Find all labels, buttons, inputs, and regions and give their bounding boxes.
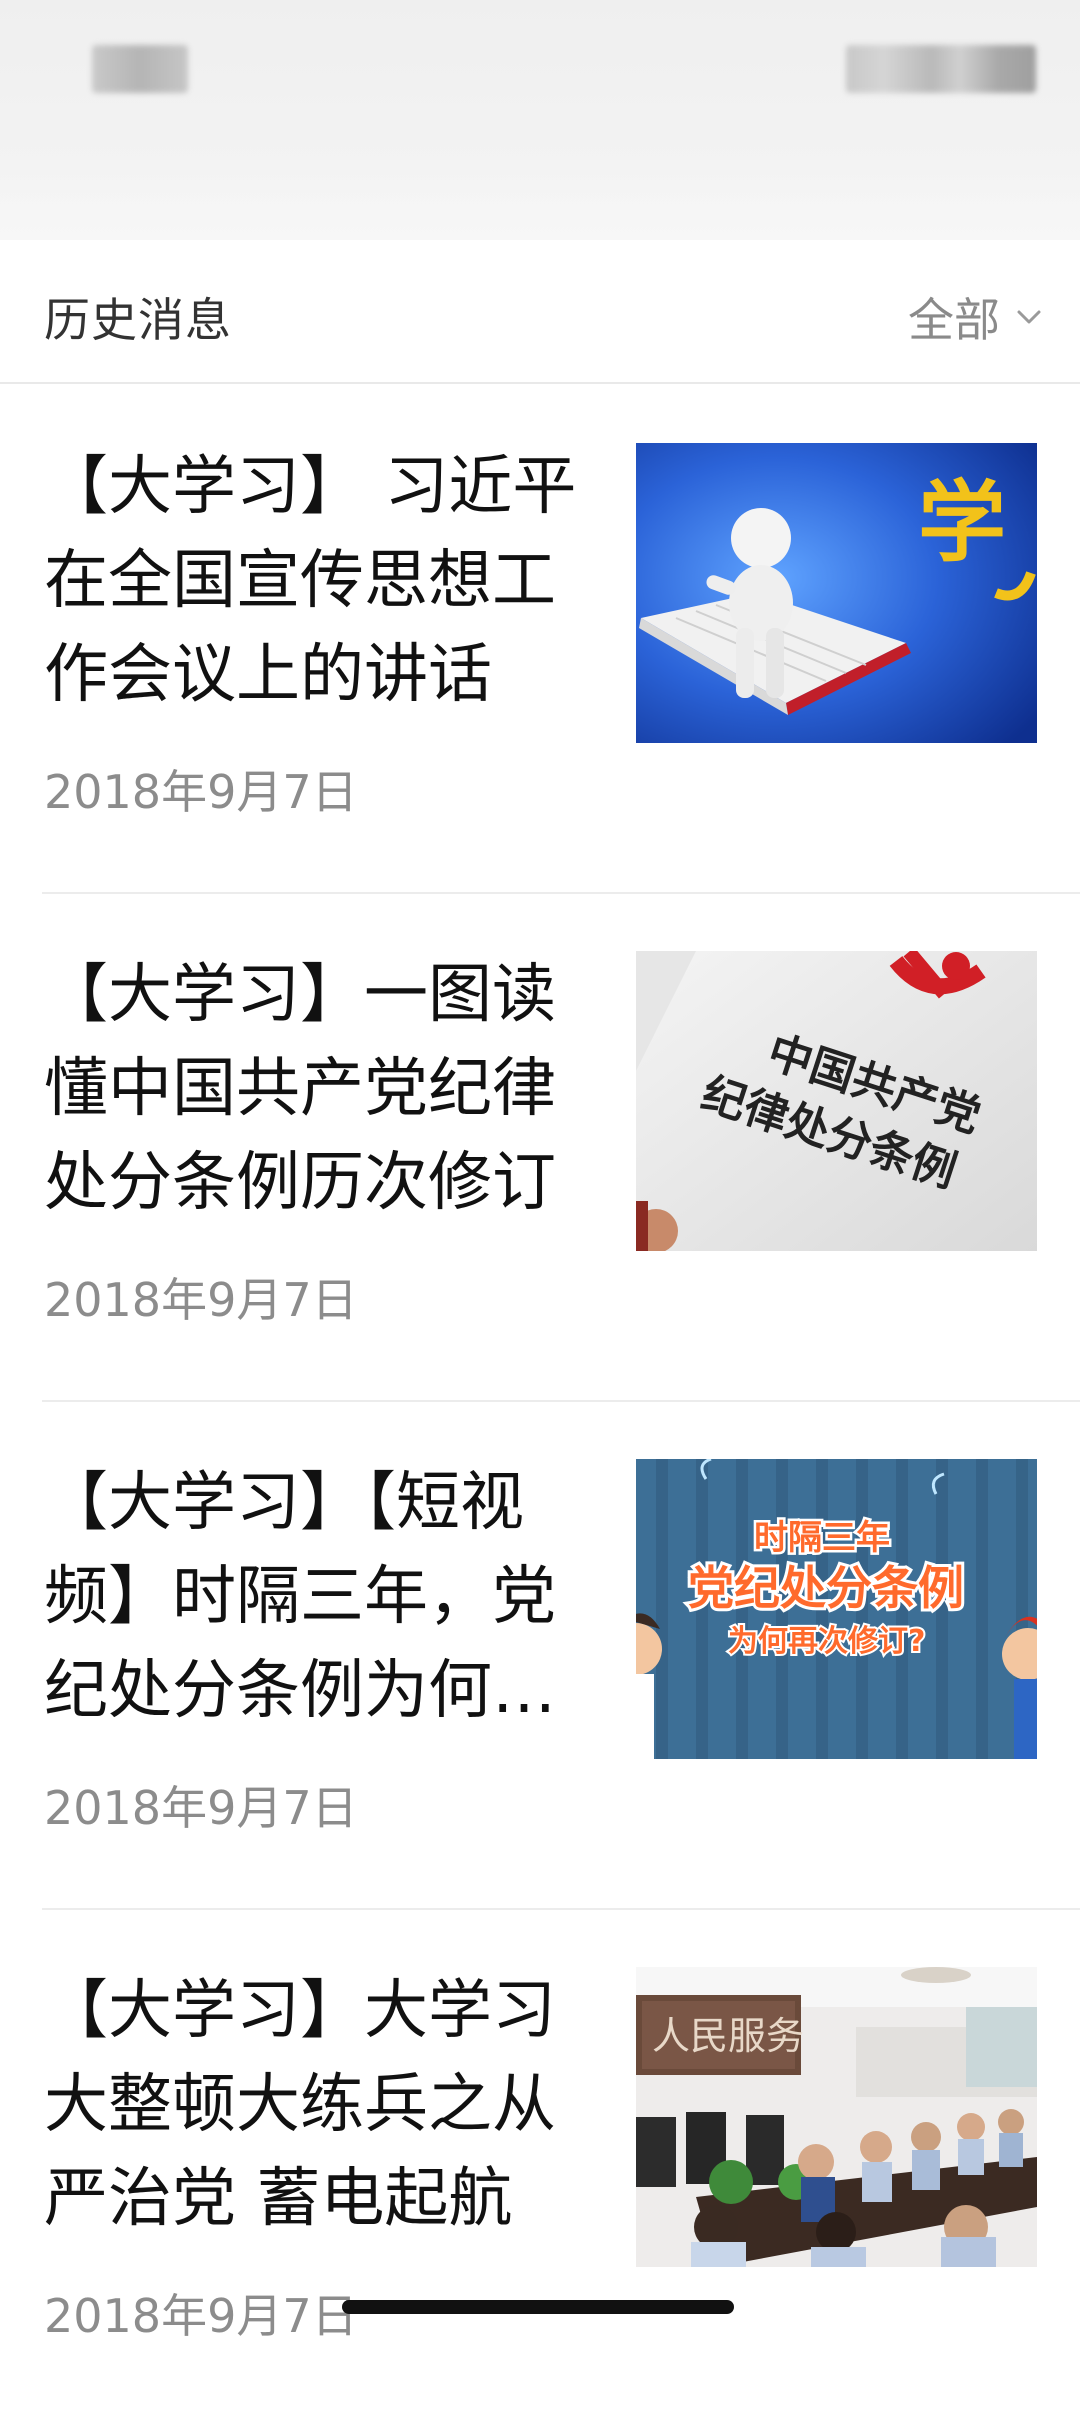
article-date: 2018年9月7日 xyxy=(44,1781,358,1835)
thumbnail-calligraphy: 学 xyxy=(918,470,1006,574)
thumbnail-line3: 为何再次修订? xyxy=(728,1624,925,1659)
thumbnail-line1: 时隔三年 xyxy=(754,1518,890,1558)
article-thumbnail[interactable]: 时隔三年 党纪处分条例 为何再次修订? xyxy=(636,1459,1037,1759)
chevron-down-icon xyxy=(1017,310,1041,324)
thumbnail-line2: 党纪处分条例 xyxy=(688,1561,964,1615)
filter-dropdown[interactable]: 全部 xyxy=(908,284,1044,350)
header-fade xyxy=(0,185,1080,240)
home-indicator[interactable] xyxy=(342,2300,734,2314)
filter-label: 全部 xyxy=(908,293,1000,347)
article-thumbnail[interactable]: 学 xyxy=(636,443,1037,743)
article-thumbnail[interactable]: 中国共产党 纪律处分条例 xyxy=(636,951,1037,1251)
article-item[interactable]: 【大学习】 习近平在全国宣传思想工作会议上的讲话 2018年9月7日 学 xyxy=(0,386,1080,894)
article-title[interactable]: 【大学习】大学习大整顿大练兵之从严治党 蓄电起航 xyxy=(44,1964,604,2246)
article-title[interactable]: 【大学习】【短视频】时隔三年，党纪处分条例为何再次修订 xyxy=(44,1456,604,1738)
history-title: 历史消息 xyxy=(44,293,232,347)
article-date: 2018年9月7日 xyxy=(44,1273,358,1327)
article-date: 2018年9月7日 xyxy=(44,765,358,819)
thumbnail-plaque: 人民服务 xyxy=(652,2014,804,2058)
account-header xyxy=(0,0,1080,240)
article-title[interactable]: 【大学习】一图读懂中国共产党纪律处分条例历次修订 xyxy=(44,948,604,1230)
blurred-account-name xyxy=(846,45,1036,93)
article-date: 2018年9月7日 xyxy=(44,2289,358,2343)
article-item[interactable]: 【大学习】大学习大整顿大练兵之从严治党 蓄电起航 2018年9月7日 人民服务 xyxy=(0,1910,1080,2418)
article-title[interactable]: 【大学习】 习近平在全国宣传思想工作会议上的讲话 xyxy=(44,440,604,722)
history-bar: 历史消息 全部 xyxy=(0,240,1080,384)
article-thumbnail[interactable]: 人民服务 xyxy=(636,1967,1037,2267)
article-item[interactable]: 【大学习】一图读懂中国共产党纪律处分条例历次修订 2018年9月7日 中国共产党… xyxy=(0,894,1080,1402)
article-item[interactable]: 【大学习】【短视频】时隔三年，党纪处分条例为何再次修订 2018年9月7日 时隔… xyxy=(0,1402,1080,1910)
blurred-back-button[interactable] xyxy=(92,45,188,93)
